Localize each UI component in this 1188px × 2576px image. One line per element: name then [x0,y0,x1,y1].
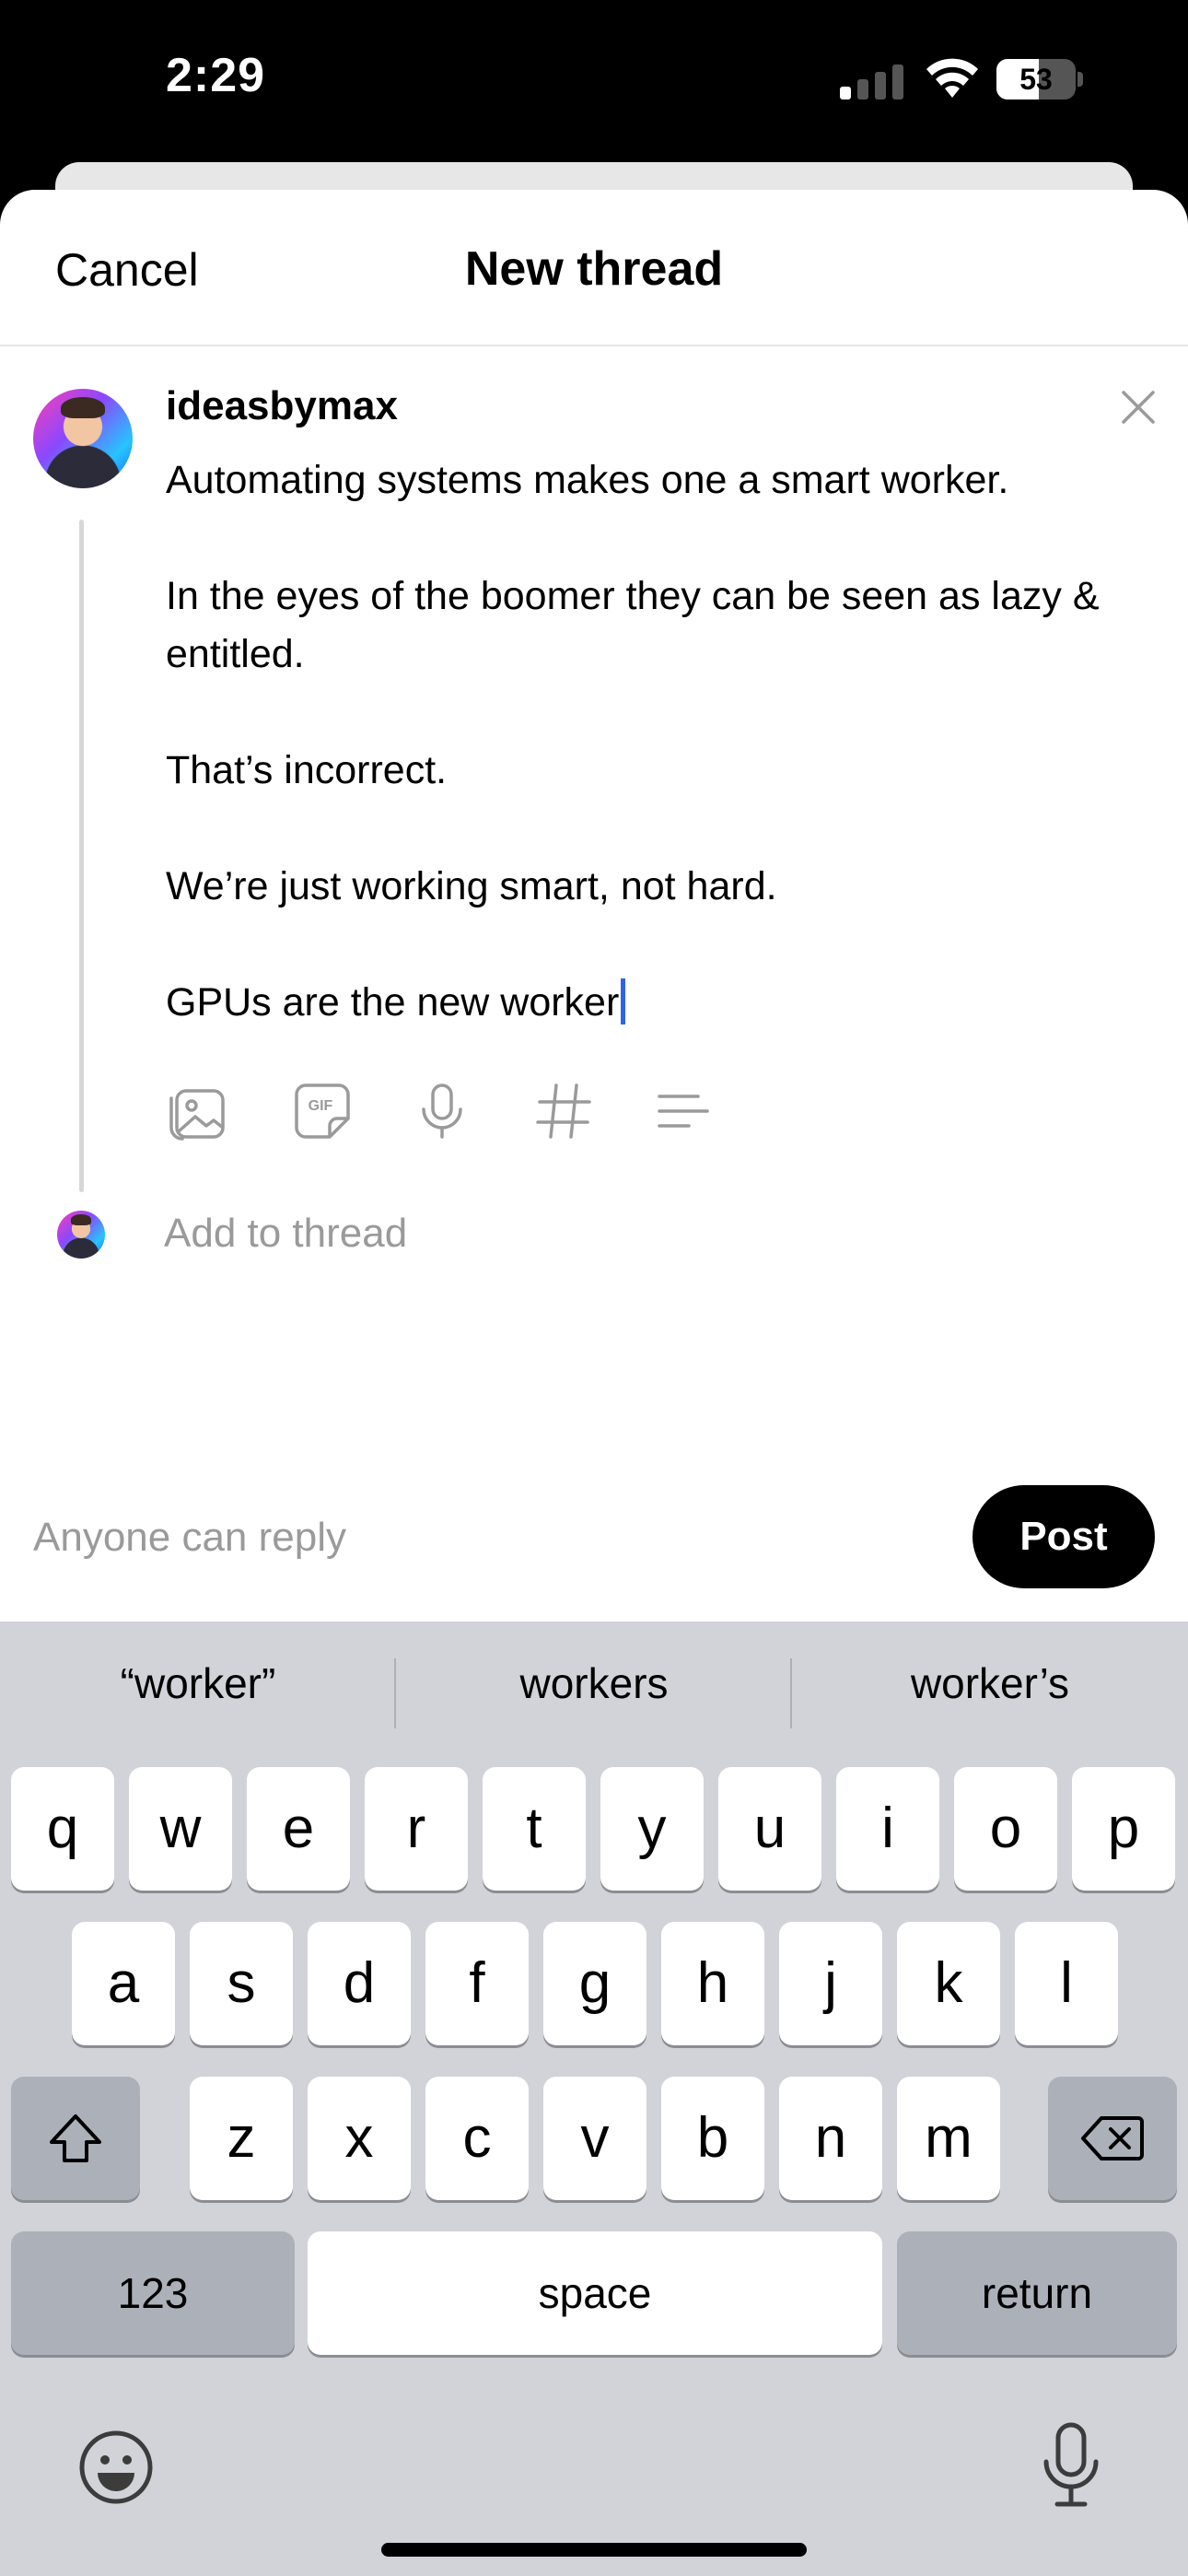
battery-tip [1077,72,1083,87]
shift-icon [50,2114,101,2162]
key-h[interactable]: h [661,1922,764,2045]
image-icon[interactable] [166,1078,232,1144]
key-x[interactable]: x [308,2077,411,2200]
key-f[interactable]: f [425,1922,529,2045]
gif-icon[interactable]: GIF [289,1078,355,1144]
suggestion-item[interactable]: worker’s [792,1658,1188,1708]
hashtag-icon[interactable] [530,1078,597,1144]
avatar-small [57,1211,105,1259]
compose-sheet: Cancel New thread ideasbymax Automating … [0,190,1188,1622]
emoji-icon[interactable] [77,2429,155,2506]
numbers-key[interactable]: 123 [11,2231,295,2355]
post-line [166,509,1142,568]
battery-level: 53 [1019,63,1053,96]
post-line: Automating systems makes one a smart wor… [166,458,1009,502]
key-q[interactable]: q [11,1767,114,1891]
home-indicator[interactable] [381,2543,807,2557]
page-title: New thread [464,242,724,296]
post-text-input[interactable]: Automating systems makes one a smart wor… [166,451,1142,1032]
wifi-icon [926,58,978,98]
cellular-signal-icon [840,64,904,100]
suggestion-item[interactable]: “worker” [0,1658,396,1708]
backspace-icon [1081,2116,1144,2160]
post-line: GPUs are the new worker [166,980,620,1025]
post-button[interactable]: Post [973,1485,1155,1588]
space-key[interactable]: space [308,2231,882,2355]
key-u[interactable]: u [718,1767,821,1891]
post-line [166,800,1142,858]
delete-key[interactable] [1048,2077,1177,2200]
key-m[interactable]: m [897,2077,1000,2200]
key-y[interactable]: y [600,1767,704,1891]
key-g[interactable]: g [543,1922,646,2045]
key-e[interactable]: e [247,1767,350,1891]
post-line: That’s incorrect. [166,748,448,792]
status-bar: 2:29 53 [0,0,1188,161]
key-j[interactable]: j [779,1922,882,2045]
key-o[interactable]: o [954,1767,1057,1891]
reply-setting-button[interactable]: Anyone can reply [33,1515,346,1561]
post-line: In the eyes of the boomer they can be se… [166,574,1100,676]
dictation-icon[interactable] [1039,2421,1103,2510]
status-time: 2:29 [166,49,266,102]
keyboard: “worker” workers worker’s q w e r t y u … [0,1622,1188,2576]
key-b[interactable]: b [661,2077,764,2200]
text-cursor [621,978,626,1025]
avatar [33,389,133,488]
shift-key[interactable] [11,2077,140,2200]
username: ideasbymax [166,383,398,428]
key-w[interactable]: w [129,1767,232,1891]
thread-connector-line [79,520,84,1192]
return-key[interactable]: return [897,2231,1177,2355]
battery-icon: 53 [996,59,1076,100]
suggestion-item[interactable]: workers [396,1658,792,1708]
key-l[interactable]: l [1015,1922,1118,2045]
key-d[interactable]: d [308,1922,411,2045]
post-line: We’re just working smart, not hard. [166,864,777,908]
svg-text:GIF: GIF [309,1098,333,1114]
close-icon[interactable] [1120,389,1157,426]
key-t[interactable]: t [483,1767,586,1891]
suggestion-bar: “worker” workers worker’s [0,1622,1188,1760]
add-to-thread-input[interactable]: Add to thread [164,1211,407,1257]
key-p[interactable]: p [1072,1767,1175,1891]
post-line [166,684,1142,742]
key-a[interactable]: a [72,1922,175,2045]
microphone-icon[interactable] [409,1078,475,1144]
text-align-icon[interactable] [650,1078,716,1144]
key-z[interactable]: z [190,2077,293,2200]
key-s[interactable]: s [190,1922,293,2045]
key-n[interactable]: n [779,2077,882,2200]
sheet-header: Cancel New thread [0,190,1188,346]
key-i[interactable]: i [836,1767,939,1891]
post-line-last: GPUs are the new worker [166,974,1142,1032]
key-r[interactable]: r [365,1767,468,1891]
post-line [166,916,1142,974]
key-v[interactable]: v [543,2077,646,2200]
key-k[interactable]: k [897,1922,1000,2045]
key-c[interactable]: c [425,2077,529,2200]
